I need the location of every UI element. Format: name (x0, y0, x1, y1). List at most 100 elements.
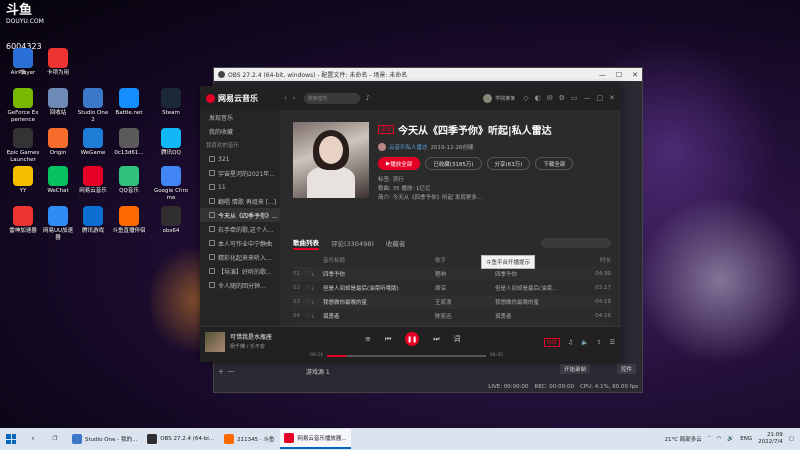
track-like-icon[interactable]: ♡ ⤓ (305, 299, 323, 306)
close-icon[interactable]: ✕ (632, 71, 638, 79)
quality-badge[interactable]: 标准 (543, 338, 560, 347)
sidebar-playlist-item[interactable]: 精彩化起来来听入... (200, 250, 280, 264)
share-button[interactable]: 分享(63万) (486, 157, 531, 170)
desktop-icon[interactable]: YY (6, 166, 40, 195)
desktop-icon[interactable]: Origin (41, 128, 75, 157)
source-dock[interactable]: 游戏源 1 (306, 364, 330, 378)
volume-icon[interactable]: 🔊 (727, 436, 734, 442)
now-playing-title[interactable]: 可惜我是水瓶座 (230, 332, 272, 341)
task-view-icon[interactable]: ❐ (44, 428, 66, 450)
controls-button[interactable]: 控件 (616, 364, 636, 374)
clock[interactable]: 21:09 2022/7/4 (758, 432, 783, 446)
desktop-icon[interactable]: AirPlayer (6, 48, 40, 77)
desktop-icon[interactable]: obs64 (154, 206, 188, 235)
desktop-icon[interactable]: Epic Games Launcher (6, 128, 40, 163)
add-icon[interactable]: ＋ (218, 367, 224, 376)
track-row[interactable]: 03 ♡ ⤓ 我想做你最晚的星 王贰浪 我想做你最晚的星 04:19 (293, 295, 611, 309)
netease-music-window[interactable]: 网易云音乐 ‹ › 搜索音乐 ♪ 学院某某 ◇ ◐ ✉ ⚙ ▭ — □ ✕ 发现… (200, 86, 621, 362)
playlist-cover[interactable] (293, 122, 369, 198)
volume-icon[interactable]: 🔈 (581, 339, 588, 346)
sound-effect-icon[interactable]: ♫ (568, 339, 573, 346)
collect-button[interactable]: 已收藏(3185万) (425, 157, 482, 170)
desktop-icon[interactable]: 回收站 (41, 88, 75, 117)
desktop-icon[interactable]: 腾讯QQ (154, 128, 188, 157)
user-menu[interactable]: 学院某某 (483, 93, 515, 103)
sidebar-playlist-item[interactable]: 321 (200, 152, 280, 166)
vip-icon[interactable]: ◇ (523, 94, 528, 102)
desktop-icon[interactable]: Steam (154, 88, 188, 117)
track-row[interactable]: 02 ♡ ⤓ 但是人间却是最后(油菜听哦版) 周深 但是人间却是最后(油菜... 03:1… (293, 281, 611, 295)
weather-widget[interactable]: 21°C 局部多云 (664, 435, 701, 443)
now-playing-artist[interactable]: 杨千嬅 / 乐不安 (230, 343, 272, 350)
avatar[interactable] (483, 93, 493, 103)
track-row[interactable]: 01 ♡ ⤓ 四季予你 程响 四季予你 04:30 (293, 267, 611, 281)
sidebar-playlist-item[interactable]: 宇宙星河的2021年... (200, 166, 280, 180)
sidebar-playlist-item[interactable]: 本人写作业中宁静曲 (200, 236, 280, 250)
desktop-icon[interactable]: 0c13d61... (112, 128, 146, 157)
maximize-icon[interactable]: □ (597, 94, 604, 102)
now-playing-cover[interactable] (205, 332, 225, 352)
scene-dock[interactable]: ＋ — (218, 364, 234, 378)
desktop-icon[interactable]: 网易UU加速器 (41, 206, 75, 241)
maximize-icon[interactable]: ☐ (616, 71, 622, 79)
play-mode-icon[interactable]: ≡ (365, 335, 371, 343)
pause-button[interactable]: ❚❚ (405, 332, 420, 346)
track-like-icon[interactable]: ♡ ⤓ (305, 285, 323, 292)
desktop-icon[interactable]: Google Chrome (154, 166, 188, 201)
start-button[interactable] (0, 428, 22, 450)
sidebar-playlist-item[interactable]: 11 (200, 180, 280, 194)
minimize-icon[interactable]: — (599, 71, 606, 79)
remove-icon[interactable]: — (228, 368, 234, 375)
next-icon[interactable]: ⏭ (433, 335, 439, 344)
prev-icon[interactable]: ⏮ (385, 335, 391, 344)
sidebar-item-discover[interactable]: 发现音乐 (200, 110, 280, 124)
play-all-button[interactable]: ▶ 播放全部 (378, 157, 421, 170)
skin-icon[interactable]: ◐ (535, 94, 541, 102)
mail-icon[interactable]: ✉ (547, 94, 553, 102)
taskbar-app[interactable]: 网易云音乐播放器... (280, 429, 351, 449)
creator-name[interactable]: 云音乐私人雷达 (389, 143, 428, 151)
taskbar-app[interactable]: Studio One - 我的... (68, 429, 141, 449)
desktop-icon[interactable]: WeChat (41, 166, 75, 195)
obs-titlebar[interactable]: OBS 27.2.4 (64-bit, windows) - 配置文件: 未命名… (214, 68, 642, 81)
minimize-icon[interactable]: — (584, 94, 591, 102)
forward-icon[interactable]: › (293, 94, 296, 102)
sidebar-playlist-item[interactable]: 翻唱 情歌 再组来 [...] (200, 194, 280, 208)
mini-mode-icon[interactable]: ▭ (571, 94, 578, 102)
taskbar-app[interactable]: OBS 27.2.4 (64-bi... (143, 429, 218, 449)
taskbar-app[interactable]: 211345 · 斗鱼 (220, 429, 278, 449)
settings-icon[interactable]: ⚙ (559, 94, 565, 102)
sidebar-playlist-item[interactable]: 今天从《四季予你》... (200, 208, 280, 222)
start-record-button[interactable]: 开始录制 (559, 364, 590, 374)
tab-comments[interactable]: 评论(330498) (331, 238, 374, 248)
desktop-icon[interactable]: GeForce Experience (6, 88, 40, 123)
desktop-icon[interactable]: 斗鱼直播伴侣 (112, 206, 146, 235)
desktop-icon[interactable]: QQ音乐 (112, 166, 146, 195)
tab-songs[interactable]: 歌曲列表 (293, 237, 319, 250)
notification-icon[interactable]: ▢ (789, 436, 794, 442)
sidebar-playlist-item[interactable]: 右手牵的歌,这个人... (200, 222, 280, 236)
sidebar-item-collection[interactable]: 我的收藏 (200, 124, 280, 138)
share-icon[interactable]: ⇪ (597, 339, 602, 346)
track-like-icon[interactable]: ♡ ⤓ (305, 313, 323, 320)
col-duration[interactable]: 时长 (600, 256, 611, 264)
desktop-icon[interactable]: 网易云音乐 (76, 166, 110, 195)
creator-avatar[interactable] (378, 143, 386, 151)
playlist-queue-icon[interactable]: ☰ (610, 339, 615, 346)
desktop-icon[interactable]: 卡项为用 (41, 48, 75, 77)
desktop-icon[interactable]: 腾讯游戏 (76, 206, 110, 235)
network-icon[interactable]: ◠ (717, 436, 722, 442)
desktop-icon[interactable]: Battle.net (112, 88, 146, 117)
track-like-icon[interactable]: ♡ ⤓ (305, 271, 323, 278)
desktop-icon[interactable]: 雷神加速器 (6, 206, 40, 235)
music-search-input[interactable]: 搜索音乐 (303, 92, 360, 104)
progress-bar[interactable]: 00:24 04:45 (310, 352, 503, 359)
username[interactable]: 学院某某 (495, 95, 515, 102)
search-icon[interactable]: ⌕ (22, 428, 44, 450)
close-icon[interactable]: ✕ (609, 94, 615, 102)
download-all-button[interactable]: 下载全部 (535, 157, 574, 170)
track-row[interactable]: 04 ♡ ⤓ 孤勇者 陈奕迅 孤勇者 04:16 (293, 309, 611, 323)
col-title[interactable]: 音乐标题 (323, 256, 435, 264)
progress-track[interactable] (326, 354, 487, 357)
desktop-icon[interactable]: Studio One 2 (76, 88, 110, 123)
